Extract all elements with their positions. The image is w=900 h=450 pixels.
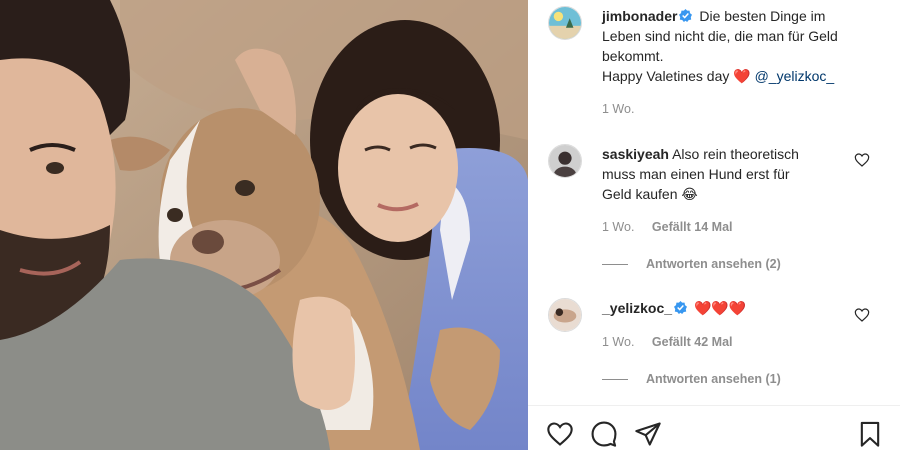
caption-line-3: bekommt. — [602, 48, 664, 64]
verified-badge-icon — [679, 9, 693, 22]
comment-1-meta: 1 Wo. Gefällt 14 Mal — [602, 220, 747, 234]
comment-1: saskiyeah Also rein theoretisch muss man… — [602, 144, 852, 204]
post-action-bar — [528, 405, 900, 450]
comment-username[interactable]: _yelizkoc_ — [602, 300, 672, 316]
comment-username[interactable]: saskiyeah — [602, 146, 669, 162]
comment-2: _yelizkoc_ ❤️❤️❤️ — [602, 298, 872, 318]
post-caption: jimbonader Die besten Dinge im Leben sin… — [602, 6, 872, 86]
caption-line-2: Leben sind nicht die, die man für Geld — [602, 28, 838, 44]
comment-time[interactable]: 1 Wo. — [602, 220, 634, 234]
comment-time[interactable]: 1 Wo. — [602, 335, 634, 349]
caption-heart-emoji: ❤️ — [733, 68, 751, 84]
bookmark-icon[interactable] — [856, 420, 884, 448]
replies-divider — [602, 263, 628, 265]
comment-text-line-3: Geld kaufen — [602, 186, 678, 202]
comment-bubble-icon[interactable] — [590, 420, 618, 448]
laughing-emoji: 😂 — [681, 186, 698, 202]
author-avatar[interactable] — [548, 6, 582, 40]
post-meta: 1 Wo. — [602, 102, 648, 116]
post-side-panel: jimbonader Die besten Dinge im Leben sin… — [528, 0, 900, 450]
verified-badge-icon — [674, 301, 688, 314]
view-replies-label: Antworten ansehen (1) — [646, 372, 781, 386]
like-comment-heart-icon[interactable] — [854, 307, 870, 323]
comment-2-meta: 1 Wo. Gefällt 42 Mal — [602, 335, 747, 349]
comment-likes[interactable]: Gefällt 14 Mal — [652, 220, 733, 234]
heart-outline-icon[interactable] — [546, 420, 574, 448]
caption-line-4: Happy Valetines day — [602, 68, 730, 84]
comment-text-line-1: Also rein theoretisch — [672, 146, 799, 162]
like-comment-heart-icon[interactable] — [854, 152, 870, 168]
author-username[interactable]: jimbonader — [602, 8, 677, 24]
post-photo[interactable] — [0, 0, 528, 450]
view-replies-button[interactable]: Antworten ansehen (2) — [602, 257, 781, 271]
paper-plane-icon[interactable] — [634, 420, 662, 448]
comment-likes[interactable]: Gefällt 42 Mal — [652, 335, 733, 349]
comment-text-line-2: muss man einen Hund erst für — [602, 166, 790, 182]
view-replies-button[interactable]: Antworten ansehen (1) — [602, 372, 781, 386]
replies-divider — [602, 378, 628, 380]
person-avatar-image — [549, 299, 581, 331]
beach-avatar-image — [549, 7, 581, 39]
selfie-with-dog-image — [0, 0, 528, 450]
commenter-avatar[interactable] — [548, 298, 582, 332]
post-time[interactable]: 1 Wo. — [602, 102, 634, 116]
commenter-avatar[interactable] — [548, 144, 582, 178]
person-avatar-image — [549, 145, 581, 177]
comment-hearts-emoji: ❤️❤️❤️ — [693, 300, 747, 316]
caption-line-1: Die besten Dinge im — [699, 8, 826, 24]
view-replies-label: Antworten ansehen (2) — [646, 257, 781, 271]
mention-link[interactable]: @_yelizkoc_ — [755, 68, 835, 84]
